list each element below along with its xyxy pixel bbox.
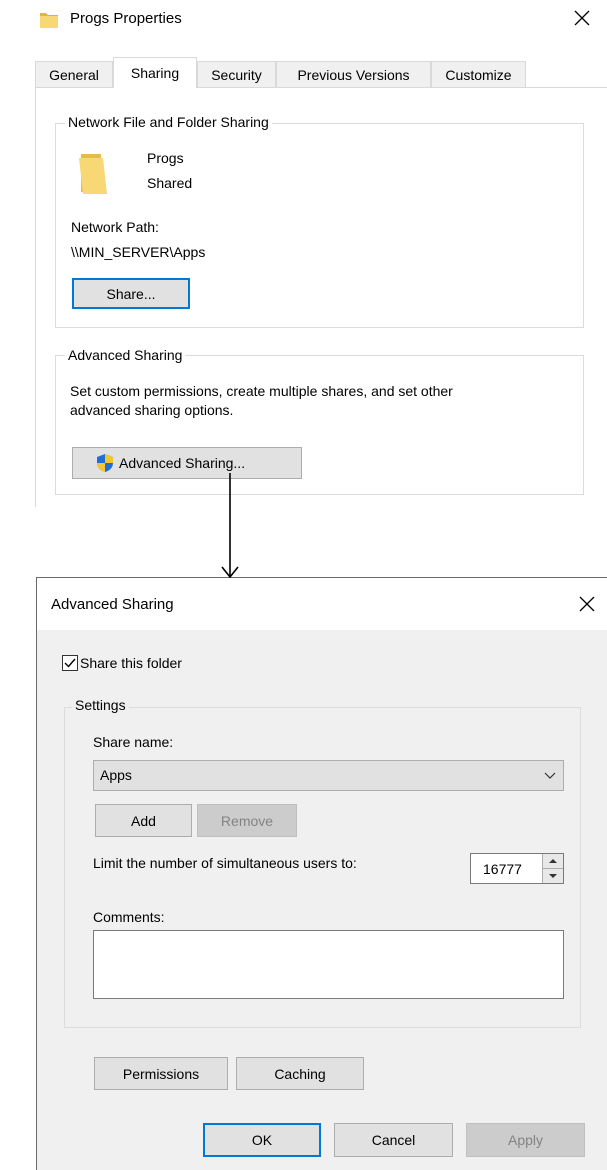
remove-button[interactable]: Remove <box>197 804 297 837</box>
apply-button[interactable]: Apply <box>466 1123 585 1157</box>
tab-sharing[interactable]: Sharing <box>113 57 197 88</box>
arrow-down-icon <box>218 473 242 579</box>
properties-close-icon[interactable] <box>573 9 591 27</box>
share-name-value: Apps <box>100 767 132 783</box>
network-path-value: \\MIN_SERVER\Apps <box>71 244 206 260</box>
spin-buttons <box>542 854 563 883</box>
cancel-button-label: Cancel <box>371 1132 416 1148</box>
share-folder-checkbox[interactable] <box>62 655 78 671</box>
share-name-combobox[interactable]: Apps <box>93 760 564 791</box>
permissions-button[interactable]: Permissions <box>94 1057 228 1090</box>
folder-status: Shared <box>147 175 193 191</box>
apply-button-label: Apply <box>507 1132 544 1148</box>
advanced-sharing-button[interactable]: Advanced Sharing... <box>72 447 302 479</box>
advanced-sharing-group-title: Advanced Sharing <box>65 347 186 363</box>
limit-users-label: Limit the number of simultaneous users t… <box>93 855 357 871</box>
properties-title: Progs Properties <box>70 10 182 27</box>
chevron-down-icon <box>543 769 557 783</box>
dialog-title: Advanced Sharing <box>51 596 174 613</box>
tab-previous-versions[interactable]: Previous Versions <box>276 61 431 87</box>
folder-icon <box>77 152 109 196</box>
tab-security-label: Security <box>211 66 262 83</box>
share-button[interactable]: Share... <box>72 278 190 309</box>
share-folder-label[interactable]: Share this folder <box>80 655 182 671</box>
ok-button-label: OK <box>251 1132 273 1148</box>
cancel-button[interactable]: Cancel <box>334 1123 453 1157</box>
spin-down-icon[interactable] <box>543 869 563 883</box>
caching-button-label: Caching <box>274 1065 326 1082</box>
settings-group-title: Settings <box>72 697 129 713</box>
tab-customize[interactable]: Customize <box>431 61 526 87</box>
dialog-close-icon[interactable] <box>578 595 596 613</box>
tab-sharing-label: Sharing <box>130 65 180 81</box>
comments-label: Comments: <box>93 909 165 925</box>
ok-button[interactable]: OK <box>203 1123 321 1157</box>
share-name-label: Share name: <box>93 734 174 750</box>
advanced-sharing-button-label: Advanced Sharing... <box>119 455 246 471</box>
add-button[interactable]: Add <box>95 804 192 837</box>
tab-security[interactable]: Security <box>197 61 276 87</box>
remove-button-label: Remove <box>220 812 274 829</box>
network-path-label: Network Path: <box>71 219 159 235</box>
tab-previous-versions-label: Previous Versions <box>297 66 410 83</box>
caching-button[interactable]: Caching <box>236 1057 364 1090</box>
tab-general-label: General <box>49 66 99 83</box>
spin-up-icon[interactable] <box>543 854 563 869</box>
advanced-description-line2: advanced sharing options. <box>70 402 234 418</box>
checkmark-icon <box>64 658 76 668</box>
permissions-button-label: Permissions <box>122 1065 200 1082</box>
add-button-label: Add <box>131 812 156 829</box>
limit-users-value: 16777 <box>483 861 522 877</box>
advanced-description-line1: Set custom permissions, create multiple … <box>70 383 453 399</box>
tab-general[interactable]: General <box>35 61 113 87</box>
shield-icon <box>95 453 115 473</box>
folder-title-icon <box>40 12 58 28</box>
share-button-label: Share... <box>106 285 156 302</box>
advanced-sharing-dialog: Advanced Sharing Share this folder Setti… <box>36 577 607 1170</box>
tab-customize-label: Customize <box>445 66 512 83</box>
folder-name: Progs <box>147 150 184 166</box>
comments-textarea[interactable] <box>93 930 564 999</box>
limit-users-spinner[interactable]: 16777 <box>470 853 564 884</box>
network-sharing-group-title: Network File and Folder Sharing <box>65 114 272 130</box>
properties-window: Progs Properties General Sharing Securit… <box>0 0 607 507</box>
